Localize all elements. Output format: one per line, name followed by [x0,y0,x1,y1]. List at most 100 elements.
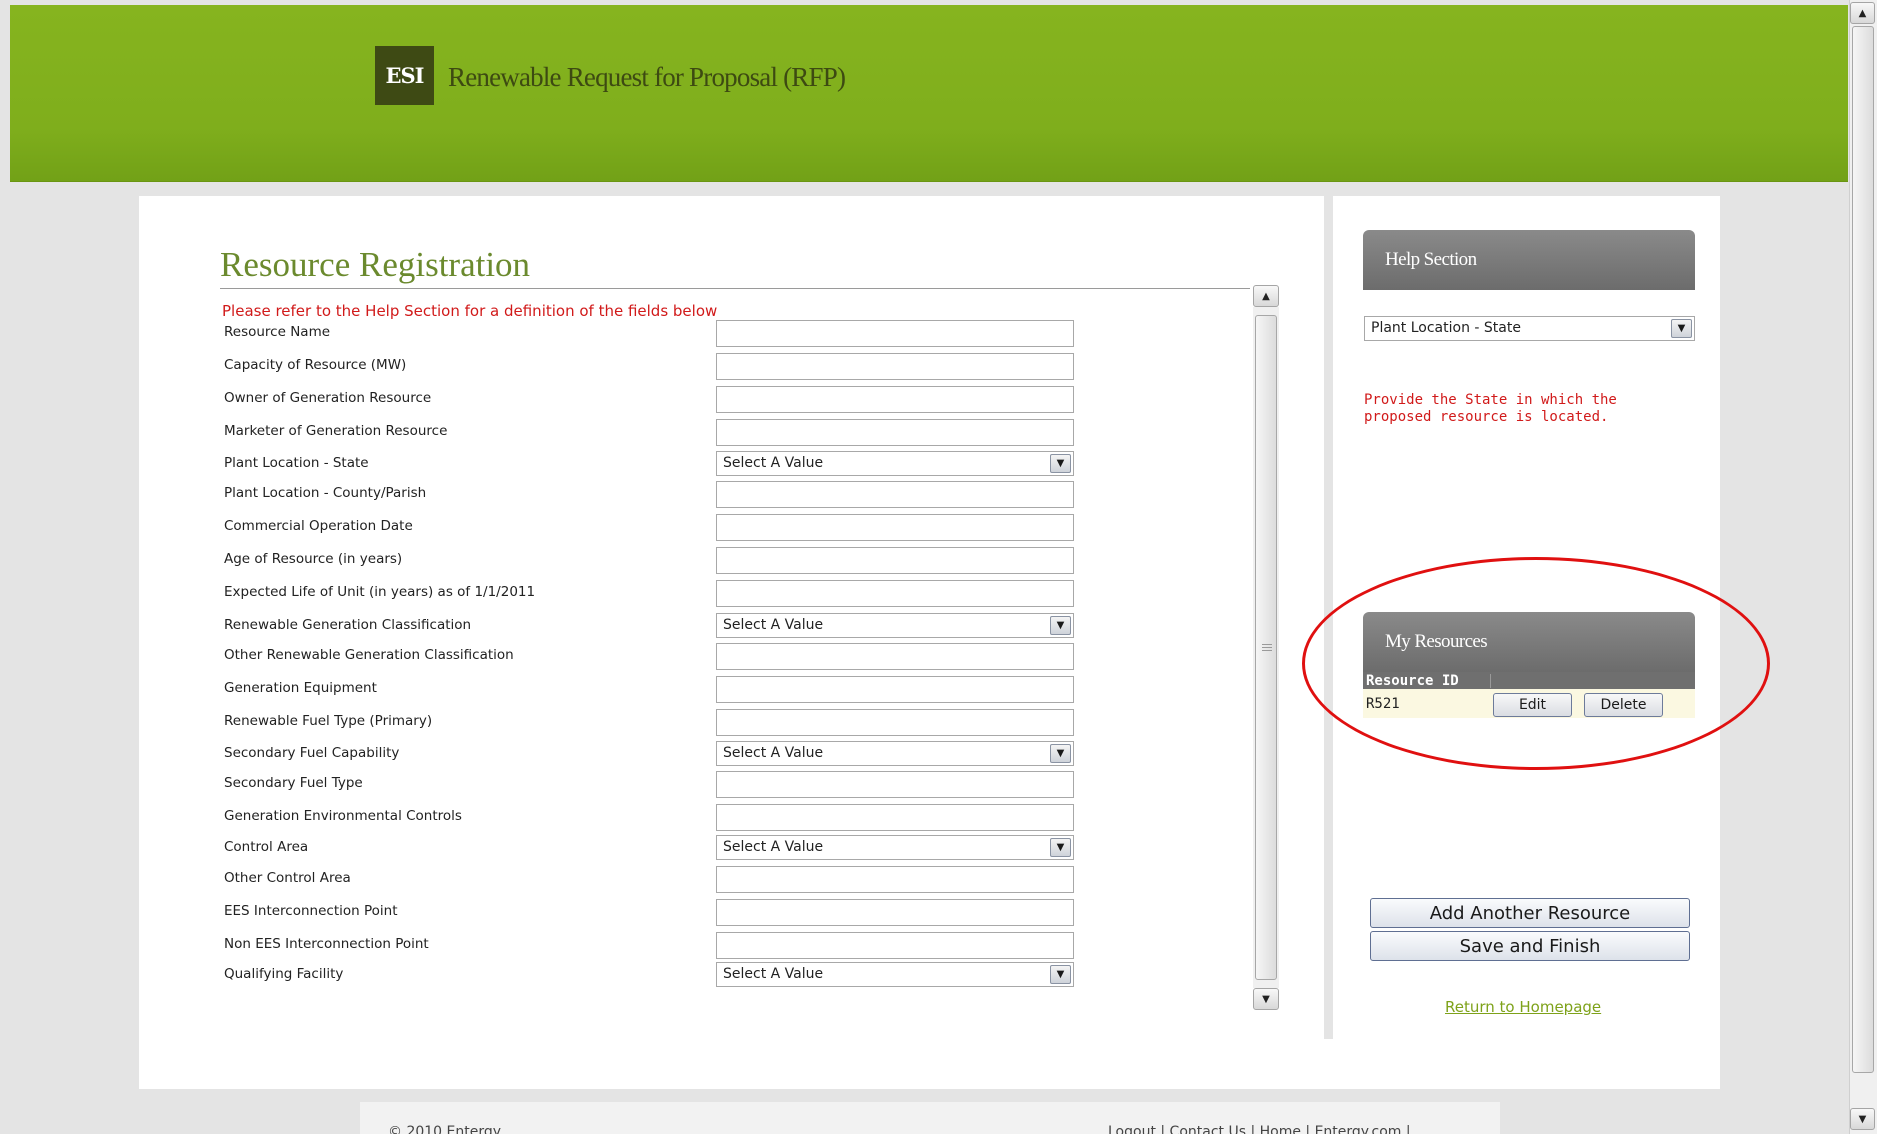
field-input[interactable] [716,932,1074,959]
scroll-track[interactable] [1253,307,1279,988]
field-label: Secondary Fuel Capability [224,745,400,761]
title-divider [220,288,1250,289]
field-label: Expected Life of Unit (in years) as of 1… [224,584,536,600]
field-input[interactable] [716,899,1074,926]
grip-line [1262,644,1272,645]
form-row: Generation Equipment [0,676,1100,704]
delete-resource-button[interactable]: Delete [1584,693,1663,717]
field-input[interactable] [716,481,1074,508]
form-row: Plant Location - State Select A Value ▼ [0,451,1100,479]
window-scrollbar[interactable]: ▲ ▼ [1849,0,1877,1134]
panel-divider [1324,196,1333,1039]
field-label: Plant Location - State [224,455,369,471]
my-resources-header: My Resources [1363,612,1695,672]
select-value: Select A Value [723,617,824,633]
form-row: Resource Name [0,320,1100,348]
help-section-title: Help Section [1385,249,1477,270]
form-row: Control Area Select A Value ▼ [0,835,1100,863]
field-select[interactable]: Select A Value ▼ [716,962,1074,987]
scroll-thumb[interactable] [1255,315,1277,980]
chevron-down-icon: ▼ [1858,1113,1867,1125]
my-resources-title: My Resources [1385,631,1488,652]
form-row: Renewable Fuel Type (Primary) [0,709,1100,737]
form-scrollbar[interactable]: ▲ ▼ [1253,285,1279,1010]
field-input[interactable] [716,514,1074,541]
field-select[interactable]: Select A Value ▼ [716,451,1074,476]
footer-links[interactable]: Logout | Contact Us | Home | Entergy.com… [1108,1124,1411,1134]
field-label: Commercial Operation Date [224,518,413,534]
help-text: Provide the State in which the proposed … [1364,392,1617,425]
window-scroll-down-button[interactable]: ▼ [1850,1108,1875,1130]
chevron-down-icon[interactable]: ▼ [1671,319,1692,338]
help-topic-select[interactable]: Plant Location - State ▼ [1364,316,1695,341]
grip-line [1262,647,1272,648]
form-row: Expected Life of Unit (in years) as of 1… [0,580,1100,608]
form-row: Secondary Fuel Capability Select A Value ▼ [0,741,1100,769]
scroll-down-button[interactable]: ▼ [1253,988,1279,1010]
save-and-finish-button[interactable]: Save and Finish [1370,931,1690,961]
field-label: Generation Equipment [224,680,377,696]
field-label: EES Interconnection Point [224,903,398,919]
field-label: Marketer of Generation Resource [224,423,448,439]
grip-line [1262,650,1272,651]
field-select[interactable]: Select A Value ▼ [716,613,1074,638]
field-select[interactable]: Select A Value ▼ [716,835,1074,860]
field-select[interactable]: Select A Value ▼ [716,741,1074,766]
field-label: Capacity of Resource (MW) [224,357,407,373]
resource-table-header: Resource ID [1363,672,1695,689]
form-row: Plant Location - County/Parish [0,481,1100,509]
field-label: Generation Environmental Controls [224,808,462,824]
field-label: Renewable Generation Classification [224,617,472,633]
field-label: Secondary Fuel Type [224,775,363,791]
app-header: ESI Renewable Request for Proposal (RFP) [10,5,1848,182]
field-input[interactable] [716,419,1074,446]
scroll-up-button[interactable]: ▲ [1253,285,1279,307]
chevron-down-icon: ▼ [1262,993,1270,1005]
field-input[interactable] [716,643,1074,670]
select-value: Select A Value [723,966,824,982]
form-row: EES Interconnection Point [0,899,1100,927]
form-row: Renewable Generation Classification Selec… [0,613,1100,641]
form-row: Owner of Generation Resource [0,386,1100,414]
form-row: Qualifying Facility Select A Value ▼ [0,962,1100,990]
field-input[interactable] [716,386,1074,413]
field-input[interactable] [716,320,1074,347]
add-another-resource-button[interactable]: Add Another Resource [1370,898,1690,928]
form-row: Capacity of Resource (MW) [0,353,1100,381]
return-to-homepage-link[interactable]: Return to Homepage [1445,998,1601,1016]
field-label: Owner of Generation Resource [224,390,432,406]
field-label: Non EES Interconnection Point [224,936,429,952]
field-input[interactable] [716,580,1074,607]
field-label: Qualifying Facility [224,966,344,982]
field-label: Other Renewable Generation Classificatio… [224,647,514,663]
field-label: Resource Name [224,324,331,340]
window-scroll-thumb[interactable] [1852,26,1874,1073]
field-input[interactable] [716,771,1074,798]
form-row: Marketer of Generation Resource [0,419,1100,447]
field-input[interactable] [716,709,1074,736]
form-row: Non EES Interconnection Point [0,932,1100,960]
form-row: Secondary Fuel Type [0,771,1100,799]
field-input[interactable] [716,547,1074,574]
help-note: Please refer to the Help Section for a d… [222,302,718,320]
footer-copyright: © 2010 Entergy [388,1124,502,1134]
column-separator [1490,674,1491,688]
chevron-up-icon: ▲ [1262,290,1270,302]
field-label: Renewable Fuel Type (Primary) [224,713,433,729]
field-label: Control Area [224,839,309,855]
field-input[interactable] [716,353,1074,380]
app-title: Renewable Request for Proposal (RFP) [448,62,846,92]
chevron-down-icon[interactable]: ▼ [1050,838,1071,857]
field-label: Plant Location - County/Parish [224,485,427,501]
field-input[interactable] [716,676,1074,703]
chevron-down-icon[interactable]: ▼ [1050,616,1071,635]
select-value: Select A Value [723,455,824,471]
form-row: Other Control Area [0,866,1100,894]
chevron-down-icon[interactable]: ▼ [1050,965,1071,984]
chevron-down-icon[interactable]: ▼ [1050,744,1071,763]
field-input[interactable] [716,866,1074,893]
edit-resource-button[interactable]: Edit [1493,693,1572,717]
field-input[interactable] [716,804,1074,831]
window-scroll-up-button[interactable]: ▲ [1850,2,1875,24]
chevron-down-icon[interactable]: ▼ [1050,454,1071,473]
